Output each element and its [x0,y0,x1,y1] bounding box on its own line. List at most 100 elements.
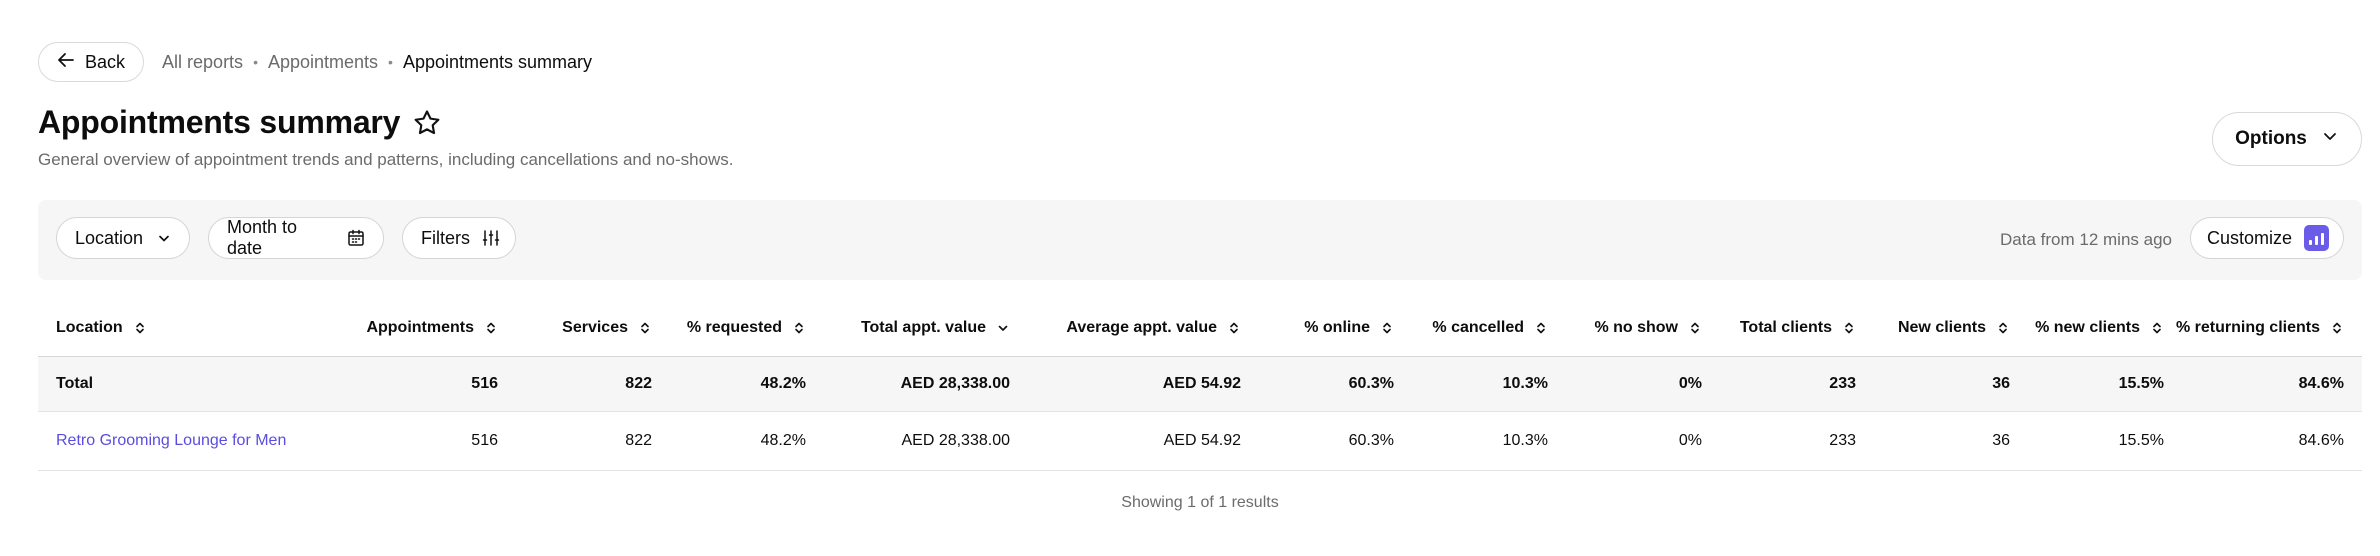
customize-label: Customize [2207,227,2293,248]
column-header-label: % online [1304,319,1370,336]
total-cell-value: 233 [1829,375,1856,392]
column-header-label: % new clients [2035,319,2140,336]
total-cell: 48.2% [761,357,806,411]
total-cell: 36 [1992,357,2010,411]
bar-chart-icon [2304,225,2329,251]
page-title: Appointments summary [38,104,401,140]
table-cell: 36 [1992,412,2010,470]
report-page: Back All reports • Appointments • Appoin… [0,0,2380,556]
location-link[interactable]: Retro Grooming Lounge for Men [56,432,286,450]
column-header[interactable]: % new clients [2035,300,2164,356]
column-header[interactable]: Location [56,300,147,356]
table-header-row: Location Appointments Services % requested T… [38,300,2362,357]
options-button[interactable]: Options [2212,112,2362,166]
total-cell: 516 [471,357,498,411]
calendar-icon [347,229,365,247]
table-cell-value: 233 [1829,432,1856,449]
date-range-filter[interactable]: Month to date [208,217,384,259]
column-header[interactable]: Total clients [1740,300,1856,356]
table-row: Retro Grooming Lounge for Men 516 822 48.2%… [38,412,2362,471]
table-cell-value: 36 [1992,432,2010,449]
filter-bar: Location Month to date Filters Data from… [38,200,2362,280]
column-header-label: % requested [686,319,782,336]
column-header[interactable]: % no show [1594,300,1702,356]
total-cell-value: 84.6% [2298,375,2344,392]
sort-icon [123,321,147,335]
back-label: Back [85,51,126,72]
sort-icon [1217,321,1241,335]
location-filter-label: Location [75,227,144,248]
total-cell: 15.5% [2119,357,2164,411]
table-cell: 516 [471,412,498,470]
total-cell: 10.3% [1503,357,1548,411]
table-cell: 60.3% [1349,412,1394,470]
table-cell-value: 516 [471,432,498,449]
options-label: Options [2235,128,2307,149]
column-header-label: % returning clients [2175,319,2320,336]
breadcrumb-current: Appointments summary [402,51,593,72]
table-cell-value: 60.3% [1348,432,1394,449]
page-subtitle: General overview of appointment trends a… [38,150,734,169]
results-count-text: Showing 1 of 1 results [1121,494,1279,511]
title-row: Appointments summary [38,104,442,141]
sort-icon [1678,321,1702,335]
total-cell: 84.6% [2299,357,2344,411]
filters-button[interactable]: Filters [402,217,516,259]
star-icon[interactable] [412,108,442,138]
column-header-label: Total appt. value [860,319,986,336]
location-filter[interactable]: Location [56,217,190,259]
total-cell-value: 10.3% [1502,375,1548,392]
table-cell-value: 10.3% [1502,432,1548,449]
table-cell-value: 822 [625,432,652,449]
data-freshness-text: Data from 12 mins ago [2000,230,2172,249]
chevron-down-icon [155,229,173,247]
sort-icon [474,321,498,335]
table-total-row: Total 516 822 48.2% AED 28,338.00 AED 54.92 60… [38,357,2362,412]
column-header[interactable]: % online [1304,300,1394,356]
total-cell-value: 60.3% [1348,375,1394,392]
column-header[interactable]: New clients [1898,300,2010,356]
table-cell: 84.6% [2299,412,2344,470]
sort-icon [782,321,806,335]
column-header-label: New clients [1897,319,1986,336]
column-header-label: Appointments [366,319,474,336]
column-header[interactable]: Services [562,300,652,356]
back-button[interactable]: Back [38,42,145,82]
column-header[interactable]: % cancelled [1432,300,1548,356]
column-header-label: Average appt. value [1066,319,1217,336]
date-range-label: Month to date [227,217,298,258]
table-cell-value: 48.2% [760,432,806,449]
column-header[interactable]: % requested [687,300,806,356]
total-cell-value: 48.2% [760,375,806,392]
table-cell: 10.3% [1503,412,1548,470]
sort-icon [1524,321,1548,335]
table-body: Retro Grooming Lounge for Men 516 822 48.2%… [38,412,2362,471]
total-cell: AED 28,338.00 [901,357,1010,411]
column-header[interactable]: Average appt. value [1066,300,1241,356]
total-cell-value: 516 [471,375,498,392]
breadcrumb-all-reports[interactable]: All reports [162,52,243,73]
breadcrumb: All reports • Appointments • Appointment… [162,52,592,73]
sort-icon [628,321,652,335]
sort-icon [1986,321,2010,335]
breadcrumb-separator: • [388,54,393,70]
breadcrumb-appointments[interactable]: Appointments [268,52,378,73]
table-cell-value: 15.5% [2118,432,2164,449]
table-cell: 822 [625,412,652,470]
total-cell: 233 [1829,357,1856,411]
sliders-icon [482,229,500,247]
customize-button[interactable]: Customize [2190,217,2344,259]
table-cell-value: 0% [1678,432,1702,449]
total-cell: 822 [625,357,652,411]
column-header[interactable]: Appointments [366,300,498,356]
table-cell-value: AED 28,338.00 [901,432,1010,449]
filters-label: Filters [421,227,470,248]
column-header[interactable]: % returning clients [2176,300,2344,356]
chevron-down-icon [2321,127,2339,151]
total-cell-value: AED 54.92 [1162,375,1241,392]
results-count: Showing 1 of 1 results [0,494,2380,512]
table-cell: 48.2% [761,412,806,470]
total-cell: 0% [1679,357,1702,411]
column-header[interactable]: Total appt. value [861,300,1010,356]
sort-icon [1832,321,1856,335]
